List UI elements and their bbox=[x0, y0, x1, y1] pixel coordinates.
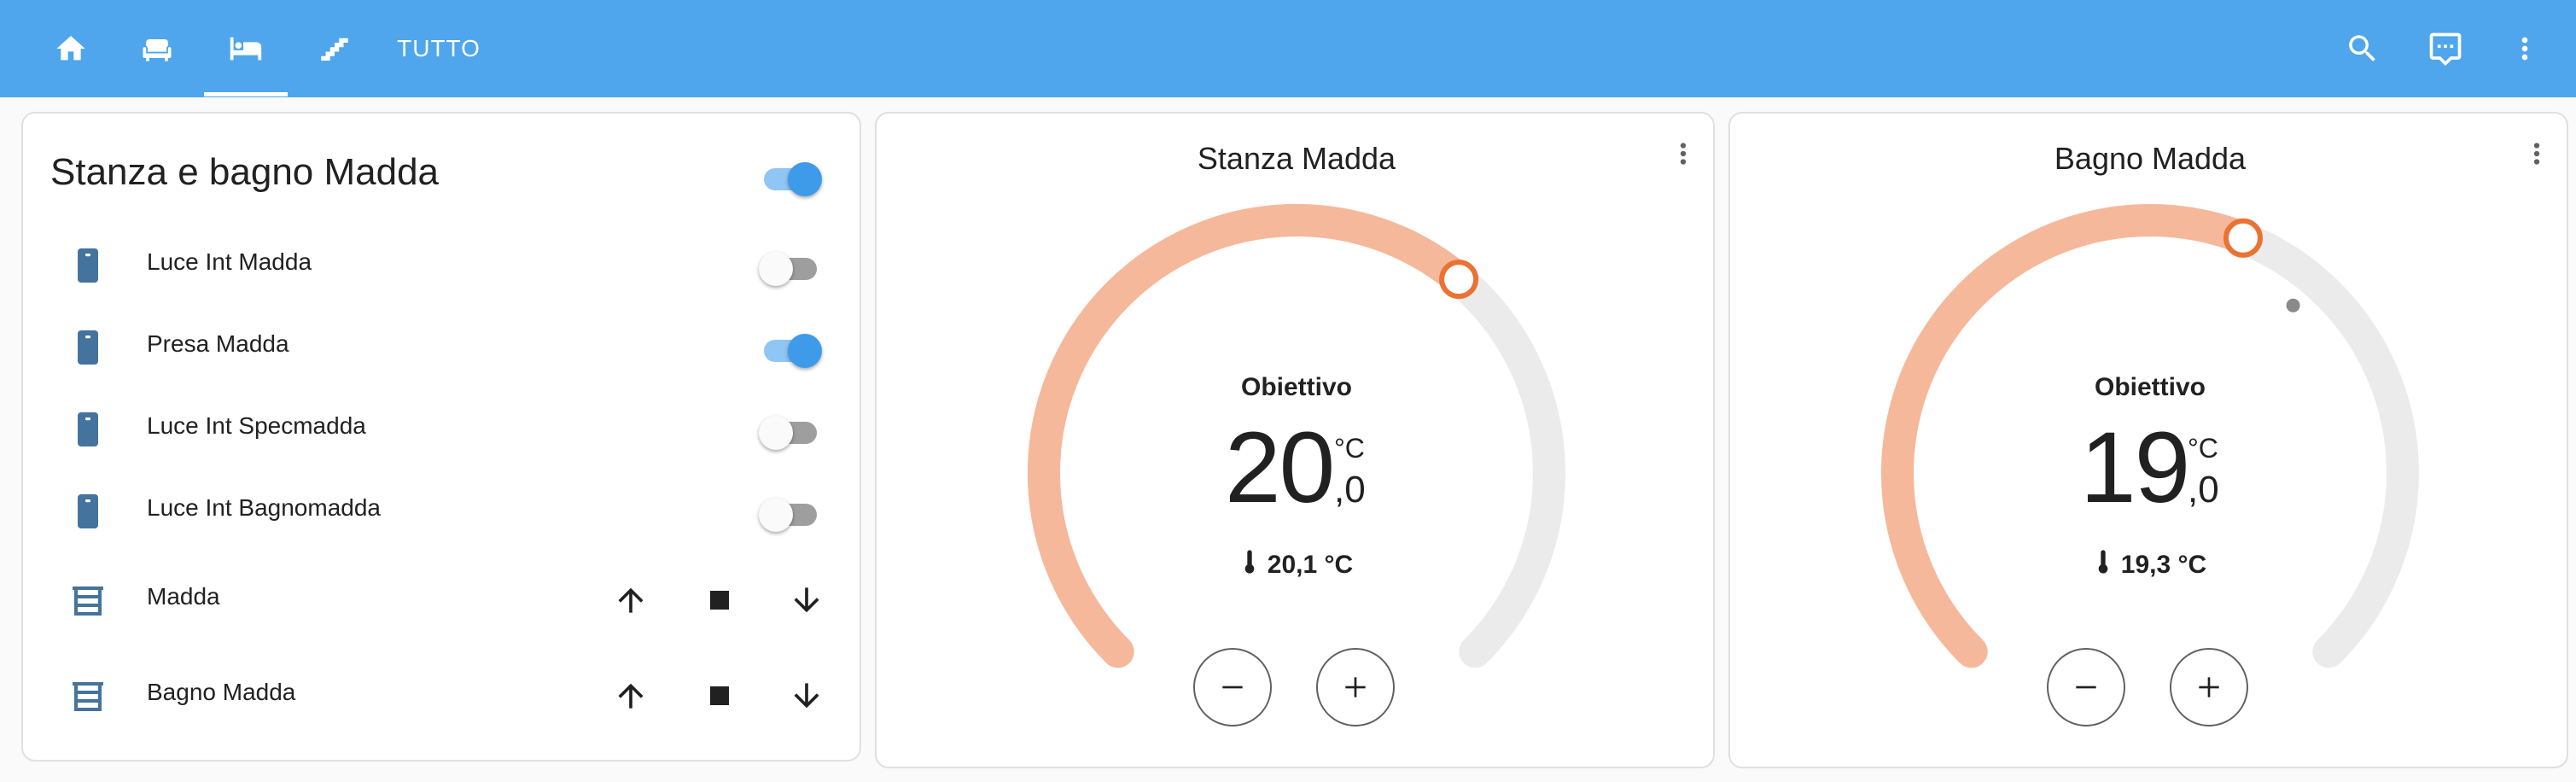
power-socket-icon bbox=[78, 330, 98, 365]
entity-toggle[interactable] bbox=[759, 412, 820, 450]
current-temperature: 20,1 °C bbox=[877, 549, 1716, 580]
arrow-up-icon bbox=[618, 587, 644, 613]
tab-all[interactable]: TUTTO bbox=[388, 0, 489, 97]
target-temperature-integer: 20 bbox=[1225, 411, 1335, 524]
entities-card: Stanza e bagno Madda Luce Int Madda Pres… bbox=[21, 112, 861, 762]
stairs-icon bbox=[321, 38, 348, 61]
entity-label: Luce Int Madda bbox=[147, 248, 312, 275]
entity-label: Luce Int Bagnomadda bbox=[147, 494, 381, 521]
gauge-target-handle[interactable] bbox=[1439, 260, 1479, 300]
thermostat-title: Stanza Madda bbox=[1197, 141, 1396, 176]
target-label: Obiettivo bbox=[1240, 373, 1352, 401]
cover-row-madda: Madda bbox=[23, 559, 863, 641]
tab-living-room[interactable] bbox=[124, 0, 190, 97]
tab-all-label: TUTTO bbox=[397, 35, 481, 61]
home-icon bbox=[56, 36, 85, 61]
current-temperature: 19,3 °C bbox=[1730, 549, 2570, 580]
cover-row-bagno-madda: Bagno Madda bbox=[23, 655, 863, 737]
current-temperature-value: 20,1 °C bbox=[1267, 551, 1354, 579]
thermometer-icon bbox=[1244, 550, 1255, 574]
entity-label: Presa Madda bbox=[147, 330, 289, 357]
arrow-down-icon bbox=[794, 587, 819, 613]
thermostat-card-bagno-madda: Bagno Madda Obiettivo 19 °C ,0 19,3 °C bbox=[1728, 112, 2568, 768]
decrease-temperature-button[interactable] bbox=[1193, 648, 1272, 727]
entity-row-luce-int-specmadda: Luce Int Specmadda bbox=[23, 388, 863, 470]
gauge-target-handle[interactable] bbox=[2223, 218, 2263, 258]
entity-toggle[interactable] bbox=[759, 330, 822, 368]
target-label: Obiettivo bbox=[2094, 373, 2206, 401]
entity-row-presa-madda: Presa Madda bbox=[23, 306, 863, 388]
minus-icon bbox=[2076, 686, 2096, 689]
current-temperature-value: 19,3 °C bbox=[2120, 551, 2207, 579]
entity-toggle[interactable] bbox=[759, 494, 820, 532]
stop-icon bbox=[710, 686, 729, 705]
thermostat-more-button[interactable] bbox=[2515, 132, 2558, 175]
cover-stop-button[interactable] bbox=[694, 670, 745, 721]
search-button[interactable] bbox=[2328, 0, 2397, 97]
cover-label: Bagno Madda bbox=[147, 679, 296, 705]
target-temperature-unit: °C bbox=[2188, 433, 2218, 464]
card-title: Stanza e bagno Madda bbox=[50, 151, 440, 193]
cover-close-button[interactable] bbox=[781, 670, 832, 721]
power-socket-icon bbox=[78, 494, 98, 528]
gauge-current-dot bbox=[2286, 298, 2300, 312]
entity-row-luce-int-madda: Luce Int Madda bbox=[23, 225, 863, 306]
target-temperature-decimal: ,0 bbox=[1334, 469, 1366, 511]
sofa-icon bbox=[143, 39, 172, 61]
cover-open-button[interactable] bbox=[605, 575, 656, 626]
bed-icon bbox=[230, 37, 262, 61]
tab-stairs[interactable] bbox=[301, 0, 368, 97]
window-shutter-icon bbox=[73, 586, 103, 616]
header-toggle[interactable] bbox=[759, 159, 822, 196]
stop-icon bbox=[710, 591, 729, 610]
decrease-temperature-button[interactable] bbox=[2047, 648, 2125, 727]
cover-stop-button[interactable] bbox=[694, 575, 745, 626]
more-vert-icon bbox=[2521, 37, 2528, 61]
thermostat-card-stanza-madda: Stanza Madda Obiettivo 20 °C ,0 20,1 °C bbox=[875, 112, 1715, 768]
cover-close-button[interactable] bbox=[781, 575, 832, 626]
entity-label: Luce Int Specmadda bbox=[147, 412, 366, 439]
more-vert-icon bbox=[1680, 143, 1687, 165]
increase-temperature-button[interactable] bbox=[1316, 648, 1395, 727]
tab-bedroom[interactable] bbox=[212, 0, 278, 97]
power-socket-icon bbox=[78, 412, 98, 446]
selected-tab-indicator bbox=[204, 92, 288, 96]
thermostat-title: Bagno Madda bbox=[2054, 141, 2247, 176]
cover-label: Madda bbox=[147, 583, 220, 610]
power-socket-icon bbox=[78, 248, 98, 283]
search-icon bbox=[2349, 35, 2375, 61]
window-shutter-icon bbox=[73, 682, 103, 711]
increase-temperature-button[interactable] bbox=[2170, 648, 2248, 727]
target-temperature-decimal: ,0 bbox=[2188, 469, 2219, 511]
more-vert-icon bbox=[2533, 143, 2540, 165]
chat-icon bbox=[2429, 32, 2462, 67]
plus-icon bbox=[2199, 677, 2219, 697]
thermostat-more-button[interactable] bbox=[1662, 132, 1705, 175]
entity-toggle[interactable] bbox=[759, 248, 820, 286]
entity-row-luce-int-bagnomadda: Luce Int Bagnomadda bbox=[23, 470, 863, 552]
thermometer-icon bbox=[2098, 550, 2108, 574]
plus-icon bbox=[1345, 677, 1366, 697]
target-temperature-integer: 19 bbox=[2080, 411, 2190, 524]
tab-home[interactable] bbox=[38, 0, 104, 97]
top-app-bar: TUTTO bbox=[0, 0, 2576, 97]
overflow-menu-button[interactable] bbox=[2491, 0, 2559, 97]
arrow-up-icon bbox=[618, 683, 644, 709]
minus-icon bbox=[1222, 686, 1243, 689]
assist-button[interactable] bbox=[2411, 0, 2480, 97]
arrow-down-icon bbox=[794, 683, 819, 709]
target-temperature-unit: °C bbox=[1334, 433, 1365, 464]
cover-open-button[interactable] bbox=[605, 670, 656, 721]
